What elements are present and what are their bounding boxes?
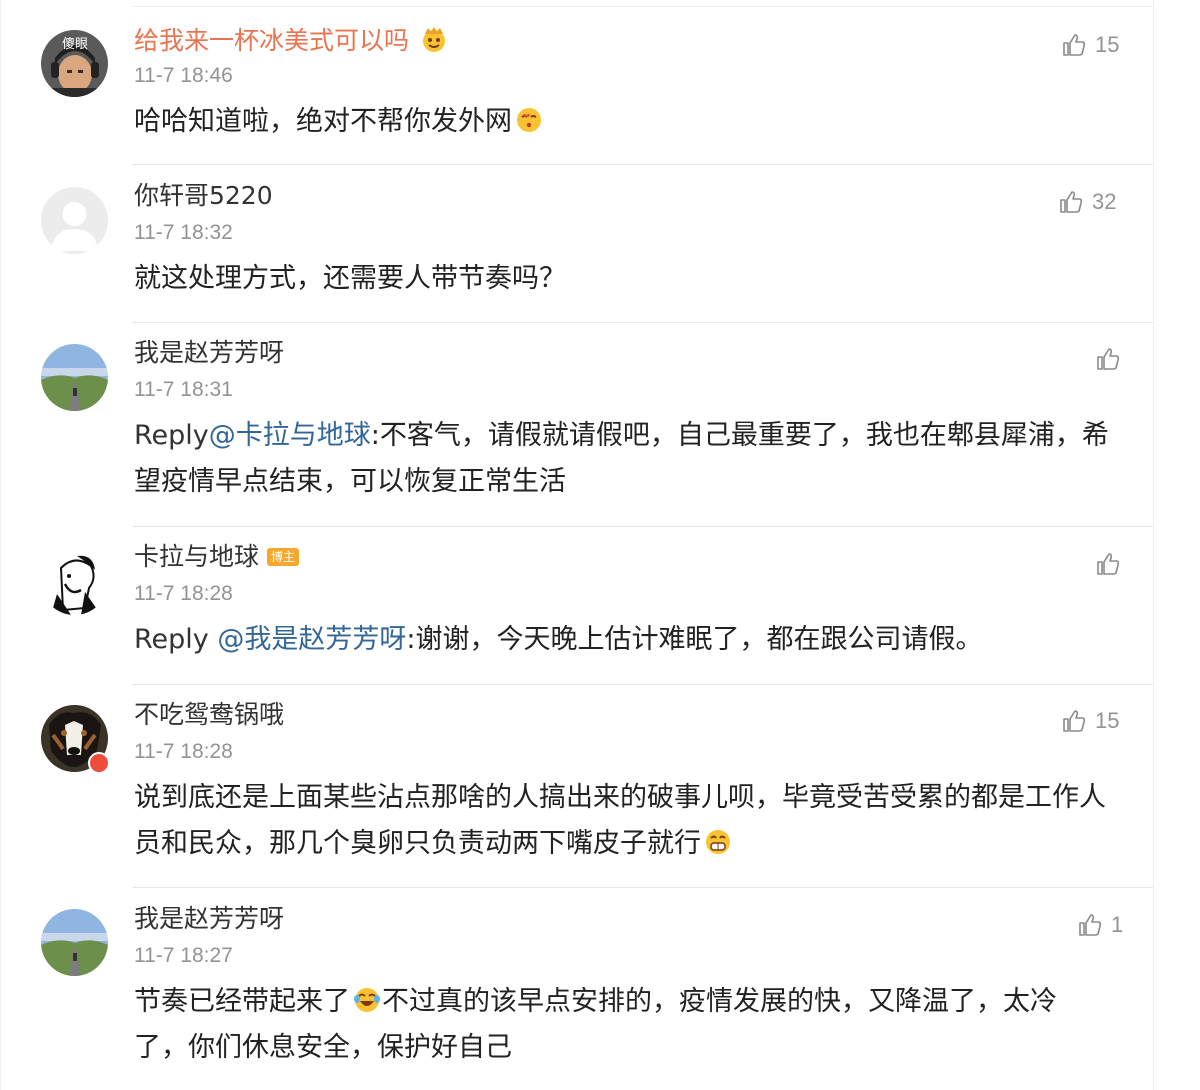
thumbs-up-icon xyxy=(1063,34,1086,56)
comment-time: 11-7 18:32 xyxy=(134,221,233,244)
comment-body: 说到底还是上面某些沾点那啥的人搞出来的破事儿呗，毕竟受苦受累的都是工作人员和民众… xyxy=(134,782,1106,859)
author-name[interactable]: 我是赵芳芳呀 xyxy=(134,337,284,369)
divider xyxy=(133,322,1153,323)
comment-time: 11-7 18:31 xyxy=(134,378,233,401)
comment-body: :谢谢，今天晚上估计难眠了，都在跟公司请假。 xyxy=(406,624,983,655)
like-button[interactable]: 15 xyxy=(1061,32,1119,58)
comment-time: 11-7 18:46 xyxy=(134,64,233,87)
reply-label: Reply xyxy=(134,624,218,655)
thumbs-up-icon xyxy=(1079,914,1102,936)
divider xyxy=(133,6,1153,7)
comment-time: 11-7 18:28 xyxy=(134,740,233,763)
divider xyxy=(133,164,1153,165)
right-border xyxy=(1153,0,1154,1090)
comment-body: 节奏已经带起来了 xyxy=(134,986,350,1017)
comment-text: Reply @我是赵芳芳呀:谢谢，今天晚上估计难眠了，都在跟公司请假。 xyxy=(134,617,1124,663)
avatar[interactable] xyxy=(41,909,108,976)
comment-text: 就这处理方式，还需要人带节奏吗？ xyxy=(134,263,566,294)
avatar[interactable] xyxy=(41,548,108,615)
author-name[interactable]: 不吃鸳鸯锅哦 xyxy=(134,699,284,731)
like-count: 15 xyxy=(1095,708,1120,733)
kiss-face-emoji xyxy=(517,108,541,132)
comment-author[interactable]: 给我来一杯冰美式可以吗 xyxy=(134,24,449,57)
like-count: 32 xyxy=(1092,189,1117,214)
svg-text:傻眼: 傻眼 xyxy=(62,37,88,52)
like-button[interactable]: 1 xyxy=(1077,912,1123,938)
reply-label: Reply xyxy=(134,420,209,451)
author-name[interactable]: 你轩哥5220 xyxy=(134,180,273,212)
avatar[interactable]: 傻眼 xyxy=(41,30,108,97)
author-badge: 博主 xyxy=(267,548,300,566)
like-button[interactable]: 32 xyxy=(1058,189,1116,215)
avatar[interactable] xyxy=(41,187,108,254)
thumbs-up-icon xyxy=(1060,191,1083,213)
mention-link[interactable]: @卡拉与地球 xyxy=(209,420,371,451)
thumbs-up-icon xyxy=(1063,710,1086,732)
like-count: 15 xyxy=(1095,32,1120,57)
mention-link[interactable]: @我是赵芳芳呀 xyxy=(217,624,406,655)
like-button[interactable] xyxy=(1095,346,1129,372)
thumbs-up-icon xyxy=(1097,348,1120,370)
verified-badge-icon xyxy=(88,752,110,774)
crown-face-emoji xyxy=(422,27,445,52)
left-border xyxy=(0,0,1,1090)
comment-text: Reply@卡拉与地球:不客气，请假就请假吧，自己最重要了，我也在郫县犀浦，希望… xyxy=(134,413,1119,505)
author-name[interactable]: 我是赵芳芳呀 xyxy=(134,903,284,935)
comment-time: 11-7 18:28 xyxy=(134,582,233,605)
avatar[interactable] xyxy=(41,344,108,411)
comment-feed: 傻眼 给我来一杯冰美式可以吗 11-7 18:46 15 哈哈知道啦，绝对不帮你… xyxy=(0,0,1200,1090)
divider xyxy=(133,684,1153,685)
comment-text: 节奏已经带起来了 不过真的该早点安排的，疫情发展的快，又降温了，太冷了，你们休息… xyxy=(134,979,1074,1071)
comment-time: 11-7 18:27 xyxy=(134,944,233,967)
like-count: 1 xyxy=(1111,912,1124,937)
author-name[interactable]: 卡拉与地球 xyxy=(134,542,259,571)
like-button[interactable] xyxy=(1095,551,1129,577)
author-name[interactable]: 给我来一杯冰美式可以吗 xyxy=(134,26,409,55)
divider xyxy=(133,887,1153,888)
grin-face-emoji xyxy=(706,830,730,854)
like-button[interactable]: 15 xyxy=(1061,708,1119,734)
comment-text: 说到底还是上面某些沾点那啥的人搞出来的破事儿呗，毕竟受苦受累的都是工作人员和民众… xyxy=(134,775,1129,867)
comment-author[interactable]: 卡拉与地球 博主 xyxy=(134,541,300,573)
laugh-cry-emoji xyxy=(354,988,380,1012)
comment-text: 哈哈知道啦，绝对不帮你发外网 xyxy=(134,99,1124,145)
thumbs-up-icon xyxy=(1097,553,1120,575)
comment-body: 哈哈知道啦，绝对不帮你发外网 xyxy=(134,106,512,137)
divider xyxy=(133,526,1153,527)
